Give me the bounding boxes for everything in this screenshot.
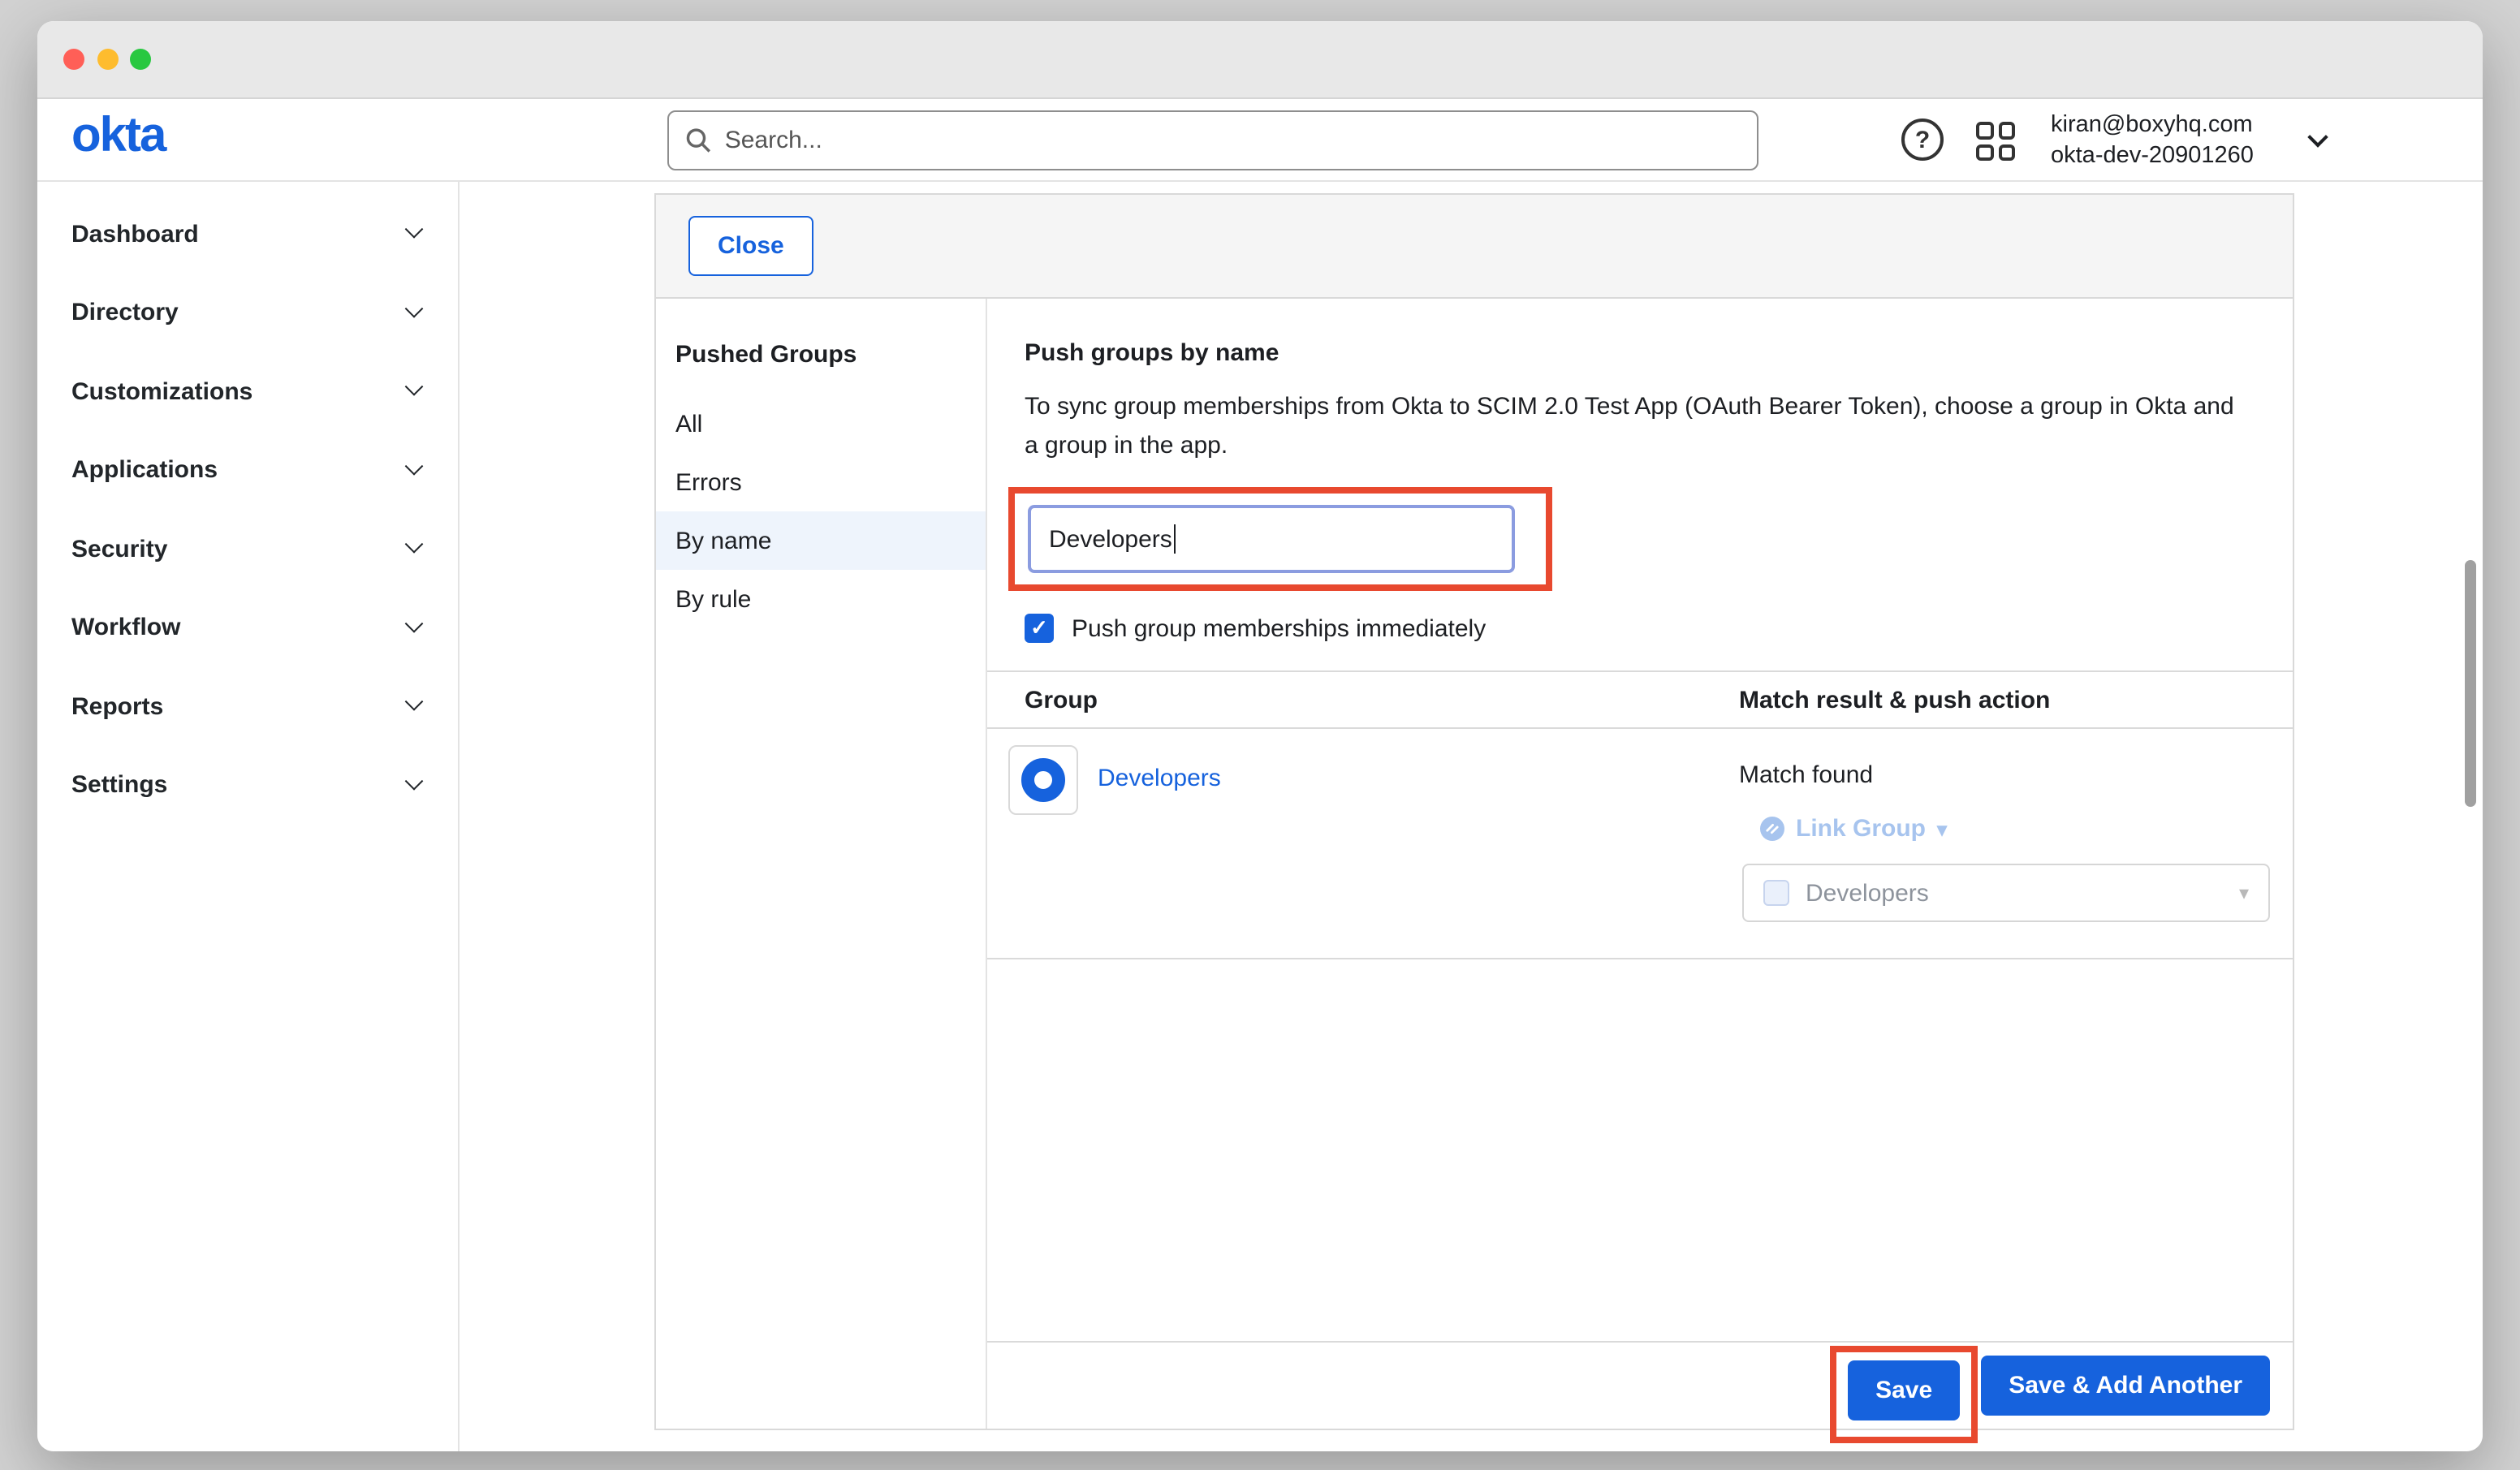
panel-close-bar: Close [656,195,2293,299]
sidebar-item-customizations[interactable]: Customizations [37,352,458,431]
nav-item-by-rule[interactable]: By rule [656,570,986,628]
sidebar-item-applications[interactable]: Applications [37,431,458,510]
link-group-caret-icon [1937,815,1947,843]
section-heading: Push groups by name [1025,339,2255,367]
link-group-label: Link Group [1796,815,1926,843]
pushed-groups-nav: Pushed Groups All Errors By name By rule [656,299,987,1429]
window-zoom-button[interactable] [130,49,151,70]
window-minimize-button[interactable] [97,49,118,70]
select-caret-icon [2239,878,2249,907]
main-content: Close Pushed Groups All Errors By name B… [460,182,2483,1451]
push-immediately-checkbox-checked[interactable] [1025,614,1054,643]
pushed-groups-title: Pushed Groups [656,318,986,394]
empty-area [987,959,2293,1341]
grid-square [1998,122,2015,139]
column-header-group: Group [987,686,1739,713]
save-add-another-button[interactable]: Save & Add Another [1981,1356,2270,1416]
window-titlebar [37,21,2483,99]
chevron-down-icon [405,614,424,633]
account-email: kiran@boxyhq.com [2051,110,2254,141]
nav-item-errors[interactable]: Errors [656,453,986,511]
group-donut-icon [1021,758,1065,802]
link-icon [1760,817,1784,841]
group-tile [1008,745,1078,815]
push-groups-panel: Close Pushed Groups All Errors By name B… [654,193,2294,1430]
app-body: Dashboard Directory Customizations Appli… [37,182,2483,1451]
match-cell: Match found Link Group [1739,745,2293,922]
okta-logo: okta [71,109,165,164]
push-by-name-section: Push groups by name To sync group member… [987,299,2293,1429]
browser-window: okta kiran@boxyhq.com [37,21,2483,1451]
column-header-match: Match result & push action [1739,686,2293,713]
chevron-down-icon [405,300,424,318]
app-header: okta kiran@boxyhq.com [37,99,2483,182]
vertical-scrollbar-thumb[interactable] [2465,560,2476,807]
sidebar-item-security[interactable]: Security [37,510,458,588]
chevron-down-icon [405,693,424,712]
grid-square [1976,144,1993,161]
account-menu[interactable]: kiran@boxyhq.com okta-dev-20901260 [2051,110,2254,172]
global-search[interactable] [667,110,1758,170]
sidebar-item-workflow[interactable]: Workflow [37,588,458,667]
help-icon[interactable] [1901,119,1944,161]
group-name-input[interactable]: Developers [1028,505,1515,573]
desktop-background: okta kiran@boxyhq.com [0,0,2520,1470]
close-button[interactable]: Close [688,216,813,276]
group-placeholder-icon [1763,880,1789,906]
link-group-dropdown[interactable]: Link Group [1760,815,2293,843]
annotation-rectangle-save: Save [1830,1345,1978,1442]
chevron-down-icon [405,772,424,791]
linked-group-select[interactable]: Developers [1742,864,2270,922]
table-row: Developers Match found [987,729,2293,959]
sidebar-item-reports[interactable]: Reports [37,667,458,746]
group-cell: Developers [987,745,1739,922]
push-immediately-label: Push group memberships immediately [1072,614,1486,642]
chevron-down-icon [405,378,424,397]
group-name-link[interactable]: Developers [1098,765,1221,792]
group-name-input-value: Developers [1049,525,1172,553]
account-org: okta-dev-20901260 [2051,141,2254,172]
grid-square [1976,122,1993,139]
search-input[interactable] [725,127,1741,154]
table-header: Group Match result & push action [987,672,2293,729]
nav-item-all[interactable]: All [656,394,986,453]
match-status: Match found [1739,761,2293,789]
text-cursor [1174,524,1176,554]
push-immediately-option: Push group memberships immediately [1025,614,2255,643]
chevron-down-icon [405,457,424,476]
search-icon [685,127,712,154]
sidebar-item-dashboard[interactable]: Dashboard [37,195,458,274]
panel-footer: Save Save & Add Another [987,1341,2293,1429]
chevron-down-icon [405,221,424,239]
section-description: To sync group memberships from Okta to S… [1025,388,2234,466]
account-chevron-down-icon[interactable] [2307,127,2328,147]
window-close-button[interactable] [63,49,84,70]
group-match-table: Group Match result & push action [987,670,2293,959]
grid-square [1998,144,2015,161]
apps-grid-icon[interactable] [1976,122,2015,161]
sidebar-item-settings[interactable]: Settings [37,746,458,825]
sidebar-item-directory[interactable]: Directory [37,274,458,352]
annotation-rectangle-input: Developers [1008,487,1552,591]
main-sidebar: Dashboard Directory Customizations Appli… [37,182,460,1451]
save-button[interactable]: Save [1848,1360,1960,1420]
linked-group-value: Developers [1806,879,1929,907]
nav-item-by-name[interactable]: By name [656,511,986,570]
chevron-down-icon [405,536,424,554]
